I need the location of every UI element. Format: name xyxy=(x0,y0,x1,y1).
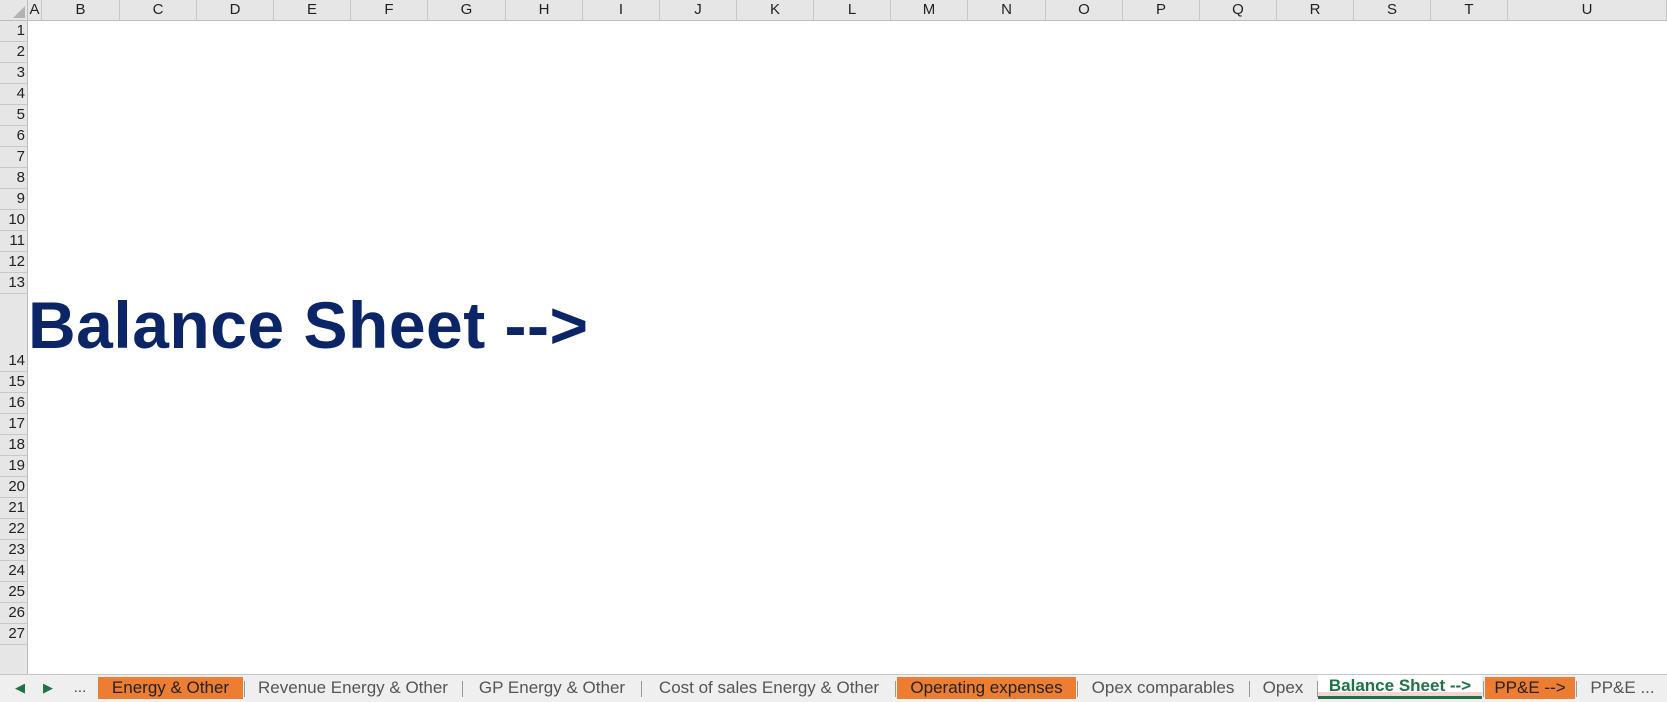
row-header-13[interactable]: 13 xyxy=(0,273,27,294)
sheet-tab-gp-energy-other[interactable]: GP Energy & Other xyxy=(464,677,640,699)
tab-separator xyxy=(895,681,896,697)
column-header-a[interactable]: A xyxy=(28,0,42,20)
column-header-k[interactable]: K xyxy=(737,0,814,20)
row-header-17[interactable]: 17 xyxy=(0,414,27,435)
sheet-tab-cost-of-sales-energy-other[interactable]: Cost of sales Energy & Other xyxy=(644,677,894,699)
column-header-b[interactable]: B xyxy=(42,0,120,20)
row-header-20[interactable]: 20 xyxy=(0,477,27,498)
column-header-l[interactable]: L xyxy=(814,0,891,20)
row-header-6[interactable]: 6 xyxy=(0,126,27,147)
row-header-25[interactable]: 25 xyxy=(0,582,27,603)
column-header-i[interactable]: I xyxy=(583,0,660,20)
triangle-left-icon: ◀ xyxy=(15,680,25,695)
row-header-1[interactable]: 1 xyxy=(0,21,27,42)
sheet-tab-opex[interactable]: Opex xyxy=(1250,677,1316,699)
spreadsheet-window: ABCDEFGHIJKLMNOPQRSTU 1 2 3 4 5 6 7 8 9 10 11 12 13 1… xyxy=(0,0,1667,702)
column-header-bar: ABCDEFGHIJKLMNOPQRSTU xyxy=(0,0,1667,21)
row-header-23[interactable]: 23 xyxy=(0,540,27,561)
prev-sheet-button[interactable]: ◀ xyxy=(10,678,30,698)
sheet-tab-opex-comparables[interactable]: Opex comparables xyxy=(1078,677,1248,699)
column-header-d[interactable]: D xyxy=(197,0,274,20)
row-header-14[interactable]: 14 xyxy=(0,294,27,372)
column-header-h[interactable]: H xyxy=(506,0,583,20)
sheet-tab-pp-e[interactable]: PP&E --> xyxy=(1485,677,1575,699)
column-header-c[interactable]: C xyxy=(120,0,197,20)
tab-separator xyxy=(1483,681,1484,697)
tab-separator xyxy=(641,681,642,697)
row-header-18[interactable]: 18 xyxy=(0,435,27,456)
column-header-p[interactable]: P xyxy=(1123,0,1200,20)
row-header-16[interactable]: 16 xyxy=(0,393,27,414)
row-header-26[interactable]: 26 xyxy=(0,603,27,624)
row-header-7[interactable]: 7 xyxy=(0,147,27,168)
row-header-bar: 1 2 3 4 5 6 7 8 9 10 11 12 13 14 15 16 17 18 19 20 21 22 23 24 2… xyxy=(0,21,28,674)
row-header-8[interactable]: 8 xyxy=(0,168,27,189)
sheet-tab-pp-e[interactable]: PP&E ... xyxy=(1578,677,1667,699)
row-header-27[interactable]: 27 xyxy=(0,624,27,645)
column-header-e[interactable]: E xyxy=(274,0,351,20)
column-header-r[interactable]: R xyxy=(1277,0,1354,20)
select-all-triangle-icon xyxy=(13,6,25,18)
column-header-s[interactable]: S xyxy=(1354,0,1431,20)
column-header-f[interactable]: F xyxy=(351,0,428,20)
row-header-21[interactable]: 21 xyxy=(0,498,27,519)
column-header-n[interactable]: N xyxy=(968,0,1046,20)
triangle-right-icon: ▶ xyxy=(43,680,53,695)
row-header-22[interactable]: 22 xyxy=(0,519,27,540)
sheet-tab-operating-expenses[interactable]: Operating expenses xyxy=(897,677,1076,699)
column-header-m[interactable]: M xyxy=(891,0,968,20)
row-header-11[interactable]: 11 xyxy=(0,231,27,252)
sheet-tab-revenue-energy-other[interactable]: Revenue Energy & Other xyxy=(245,677,461,699)
row-header-9[interactable]: 9 xyxy=(0,189,27,210)
sheet-tab-bar: ◀ ▶ ... Energy & Other Revenue Energy & O… xyxy=(0,674,1667,702)
cell-b14-balance-sheet-title[interactable]: Balance Sheet --> xyxy=(28,287,589,363)
select-all-corner[interactable] xyxy=(0,0,28,21)
column-header-q[interactable]: Q xyxy=(1200,0,1277,20)
row-header-24[interactable]: 24 xyxy=(0,561,27,582)
next-sheet-button[interactable]: ▶ xyxy=(38,678,58,698)
column-header-o[interactable]: O xyxy=(1046,0,1123,20)
column-header-t[interactable]: T xyxy=(1431,0,1508,20)
column-header-u[interactable]: U xyxy=(1508,0,1667,20)
more-sheets-button[interactable]: ... xyxy=(70,678,90,698)
row-header-5[interactable]: 5 xyxy=(0,105,27,126)
row-header-15[interactable]: 15 xyxy=(0,372,27,393)
column-header-g[interactable]: G xyxy=(428,0,506,20)
row-header-10[interactable]: 10 xyxy=(0,210,27,231)
tab-separator xyxy=(1576,681,1577,697)
row-header-2[interactable]: 2 xyxy=(0,42,27,63)
row-header-3[interactable]: 3 xyxy=(0,63,27,84)
row-header-4[interactable]: 4 xyxy=(0,84,27,105)
row-header-12[interactable]: 12 xyxy=(0,252,27,273)
row-header-19[interactable]: 19 xyxy=(0,456,27,477)
tab-separator xyxy=(462,681,463,697)
sheet-tab-balance-sheet[interactable]: Balance Sheet --> xyxy=(1318,675,1482,699)
sheet-tab-energy-other[interactable]: Energy & Other xyxy=(98,677,243,699)
column-header-j[interactable]: J xyxy=(660,0,737,20)
